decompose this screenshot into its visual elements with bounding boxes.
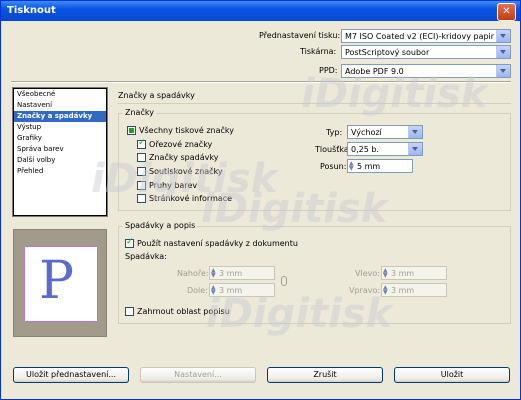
printer-value: PostScriptový soubor [345,48,430,57]
preview-page: P [24,246,98,322]
bleed-bottom-value: 3 mm [219,286,243,295]
marks-group-title: Značky [123,108,156,117]
chevron-down-icon[interactable] [408,126,422,138]
bleed-label: Spadávka: [125,252,167,261]
category-list[interactable]: Všeobecné Nastavení Značky a spadávky Vý… [12,87,108,217]
section-divider [118,103,511,104]
spinner-arrows-icon[interactable]: ▲ ▼ [383,268,389,279]
cancel-button[interactable]: Zrušit [267,367,383,383]
include-slug-checkbox[interactable] [125,307,134,316]
right-label: Vpravo: [349,286,381,295]
ppd-select[interactable]: Adobe PDF 9.0 [341,64,511,78]
bleed-top-value: 3 mm [219,269,243,278]
section-title: Značky a spadávky [118,91,195,100]
weight-value: 0,25 b. [351,145,379,154]
print-dialog: Tisknout ✕ Přednastavení tisku: M7 ISO C… [0,0,521,400]
bleed-group-title: Spadávky a popis [123,221,198,230]
bleed-marks-label: Značky spadávky [149,153,219,162]
color-bars-label: Pruhy barev [149,181,198,190]
spinner-arrows-icon[interactable]: ▲ ▼ [383,285,389,296]
sidebar-item-summary[interactable]: Přehled [14,166,106,177]
save-button[interactable]: Uložit [394,367,510,383]
page-info-checkbox[interactable] [137,194,146,203]
page-preview: P [13,229,107,337]
all-marks-checkbox[interactable] [127,126,136,135]
crop-marks-checkbox[interactable] [137,138,146,149]
chevron-down-icon[interactable] [496,46,510,58]
chevron-down-icon[interactable] [496,65,510,77]
registration-marks-label: Soutiskové značky [149,167,223,176]
preview-letter: P [39,251,74,311]
left-label: Vlevo: [355,269,380,278]
sidebar-item-graphics[interactable]: Grafiky [14,133,106,144]
chain-link-icon[interactable] [281,276,287,286]
spinner-arrows-icon[interactable]: ▲ ▼ [349,161,355,172]
weight-select[interactable]: 0,25 b. [347,142,423,156]
all-marks-label: Všechny tiskové značky [139,126,234,135]
sidebar-item-setup[interactable]: Nastavení [14,100,106,111]
bleed-right-value: 3 mm [391,286,415,295]
spinner-arrows-icon[interactable]: ▲ ▼ [211,285,217,296]
close-icon[interactable]: ✕ [497,3,516,21]
sidebar-item-marks-bleed[interactable]: Značky a spadávky [14,111,106,122]
bleed-right-stepper[interactable]: ▲ ▼ 3 mm [381,283,447,297]
window-title: Tisknout [7,5,56,16]
top-label: Nahoře: [177,269,209,278]
save-preset-button[interactable]: Uložit přednastavení... [13,367,129,383]
weight-label: Tloušťka: [315,145,352,154]
bleed-left-stepper[interactable]: ▲ ▼ 3 mm [381,266,447,280]
preset-select[interactable]: M7 ISO Coated v2 (ECI)-kridovy papir [341,29,511,43]
bleed-marks-checkbox[interactable] [137,153,146,162]
bleed-top-stepper[interactable]: ▲ ▼ 3 mm [209,266,275,280]
include-slug-label: Zahrnout oblast popisu [137,307,230,316]
page-info-label: Stránkové informace [149,194,233,203]
sidebar-item-general[interactable]: Všeobecné [14,89,106,100]
separator [11,82,511,83]
type-value: Výchozí [351,128,382,137]
setup-button[interactable]: Nastavení... [140,367,256,383]
sidebar-item-advanced[interactable]: Další volby [14,155,106,166]
printer-select[interactable]: PostScriptový soubor [341,45,511,59]
registration-marks-checkbox[interactable] [137,167,146,176]
sidebar-item-output[interactable]: Výstup [14,122,106,133]
printer-label: Tiskárna: [300,47,337,56]
type-select[interactable]: Výchozí [347,125,423,139]
use-document-bleed-checkbox[interactable] [125,237,134,248]
preset-label: Přednastavení tisku: [259,31,341,40]
sidebar-item-color-management[interactable]: Správa barev [14,144,106,155]
preset-value: M7 ISO Coated v2 (ECI)-kridovy papir [345,32,495,41]
offset-label: Posun: [320,162,347,171]
ppd-value: Adobe PDF 9.0 [345,67,404,76]
offset-value: 5 mm [357,162,381,171]
chevron-down-icon[interactable] [408,143,422,155]
bleed-bottom-stepper[interactable]: ▲ ▼ 3 mm [209,283,275,297]
type-label: Typ: [326,128,343,137]
color-bars-checkbox[interactable] [137,181,146,190]
use-document-bleed-label: Použít nastavení spadávky z dokumentu [137,239,298,248]
offset-stepper[interactable]: ▲ ▼ 5 mm [347,159,413,173]
crop-marks-label: Ořezové značky [149,140,213,149]
title-bar: Tisknout ✕ [1,1,520,21]
bleed-left-value: 3 mm [391,269,415,278]
chevron-down-icon[interactable] [496,30,510,42]
ppd-label: PPD: [319,66,338,75]
spinner-arrows-icon[interactable]: ▲ ▼ [211,268,217,279]
bottom-label: Dole: [187,286,208,295]
